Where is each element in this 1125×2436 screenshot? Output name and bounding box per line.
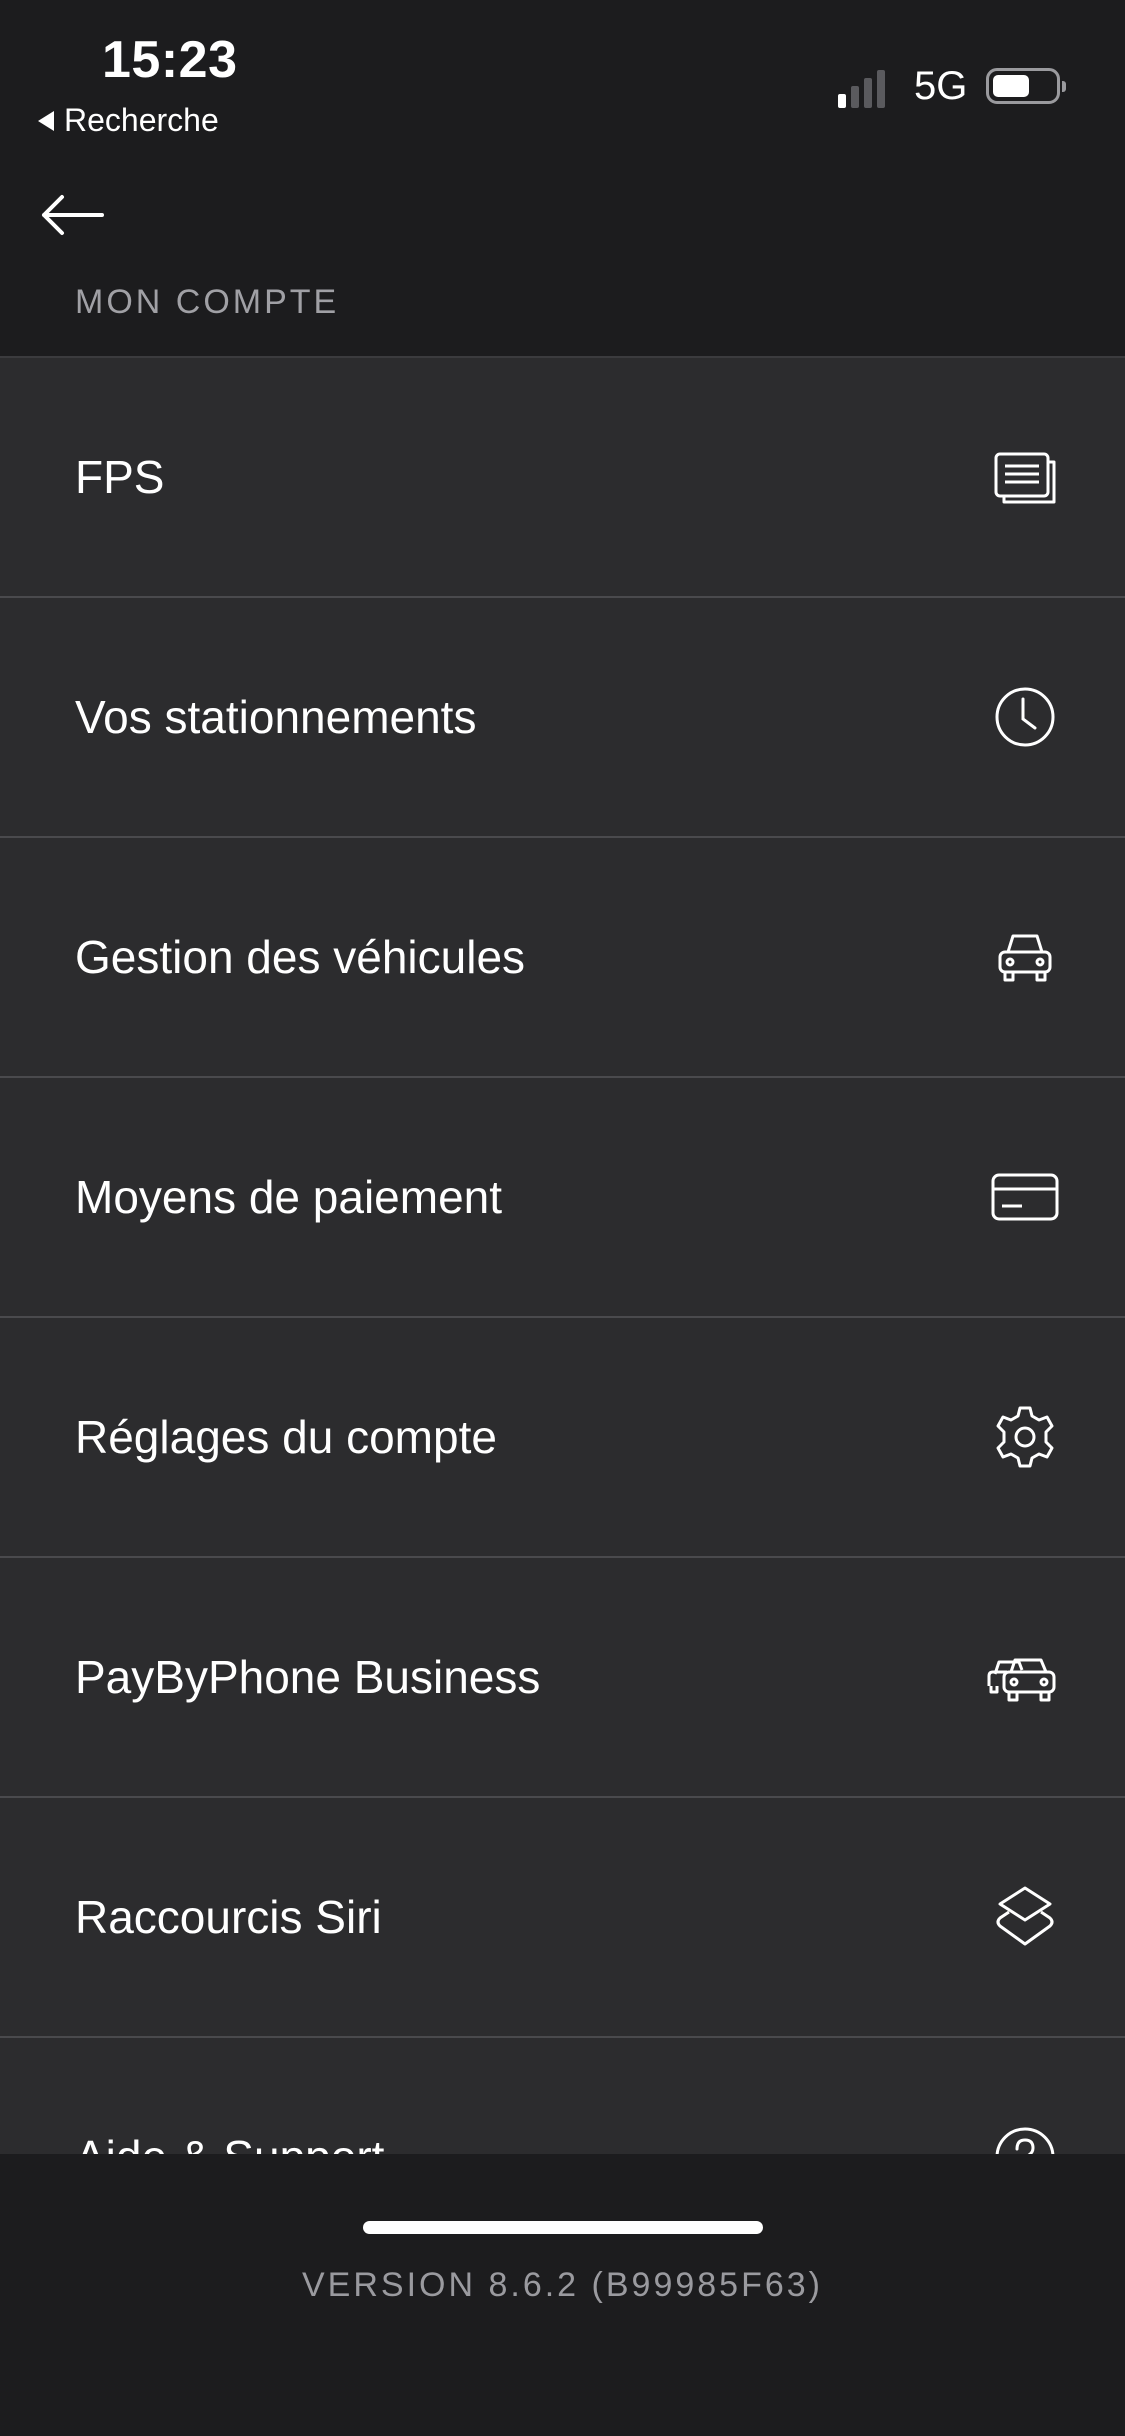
menu-item-payment-methods[interactable]: Moyens de paiement: [0, 1078, 1125, 1318]
battery-icon: [986, 68, 1066, 104]
menu-item-account-settings[interactable]: Réglages du compte: [0, 1318, 1125, 1558]
arrow-left-icon: [42, 195, 104, 235]
battery-fill: [993, 75, 1029, 97]
network-type: 5G: [914, 64, 968, 108]
menu-item-siri-shortcuts[interactable]: Raccourcis Siri: [0, 1798, 1125, 2038]
car-icon: [985, 917, 1065, 997]
menu-item-label: FPS: [75, 451, 165, 503]
menu-item-label: PayByPhone Business: [75, 1651, 541, 1703]
menu-item-label: Aide & Support: [75, 2130, 384, 2156]
account-menu-list: FPS Vos stationnements Gestion des véhic…: [0, 356, 1125, 2156]
menu-item-label: Moyens de paiement: [75, 1171, 503, 1223]
menu-item-vehicles[interactable]: Gestion des véhicules: [0, 838, 1125, 1078]
siri-shortcuts-icon: [985, 1877, 1065, 1957]
battery-nub: [1062, 81, 1066, 92]
status-bar: 15:23 Recherche 5G: [0, 0, 1125, 160]
menu-item-fps[interactable]: FPS: [0, 358, 1125, 598]
menu-item-label: Vos stationnements: [75, 691, 477, 743]
section-title: MON COMPTE: [75, 283, 340, 321]
help-icon: [985, 2117, 1065, 2156]
menu-item-label: Réglages du compte: [75, 1411, 497, 1463]
back-to-app-link[interactable]: Recherche: [38, 102, 219, 139]
cars-icon: [985, 1637, 1065, 1717]
app-version: VERSION 8.6.2 (B99985F63): [301, 2266, 823, 2304]
back-button[interactable]: [40, 185, 120, 245]
documents-icon: [985, 437, 1065, 517]
clock-icon: [985, 677, 1065, 757]
gear-icon: [985, 1397, 1065, 1477]
back-triangle-icon: [38, 110, 54, 131]
menu-item-help-support[interactable]: Aide & Support: [0, 2038, 1125, 2156]
menu-item-label: Gestion des véhicules: [75, 931, 526, 983]
status-time: 15:23: [102, 31, 238, 89]
menu-item-business[interactable]: PayByPhone Business: [0, 1558, 1125, 1798]
menu-item-parkings[interactable]: Vos stationnements: [0, 598, 1125, 838]
back-to-app-label: Recherche: [64, 102, 219, 138]
footer: VERSION 8.6.2 (B99985F63): [0, 2154, 1125, 2436]
cellular-signal-icon: [838, 70, 885, 108]
credit-card-icon: [985, 1157, 1065, 1237]
home-indicator[interactable]: [363, 2221, 763, 2234]
menu-item-label: Raccourcis Siri: [75, 1891, 382, 1943]
